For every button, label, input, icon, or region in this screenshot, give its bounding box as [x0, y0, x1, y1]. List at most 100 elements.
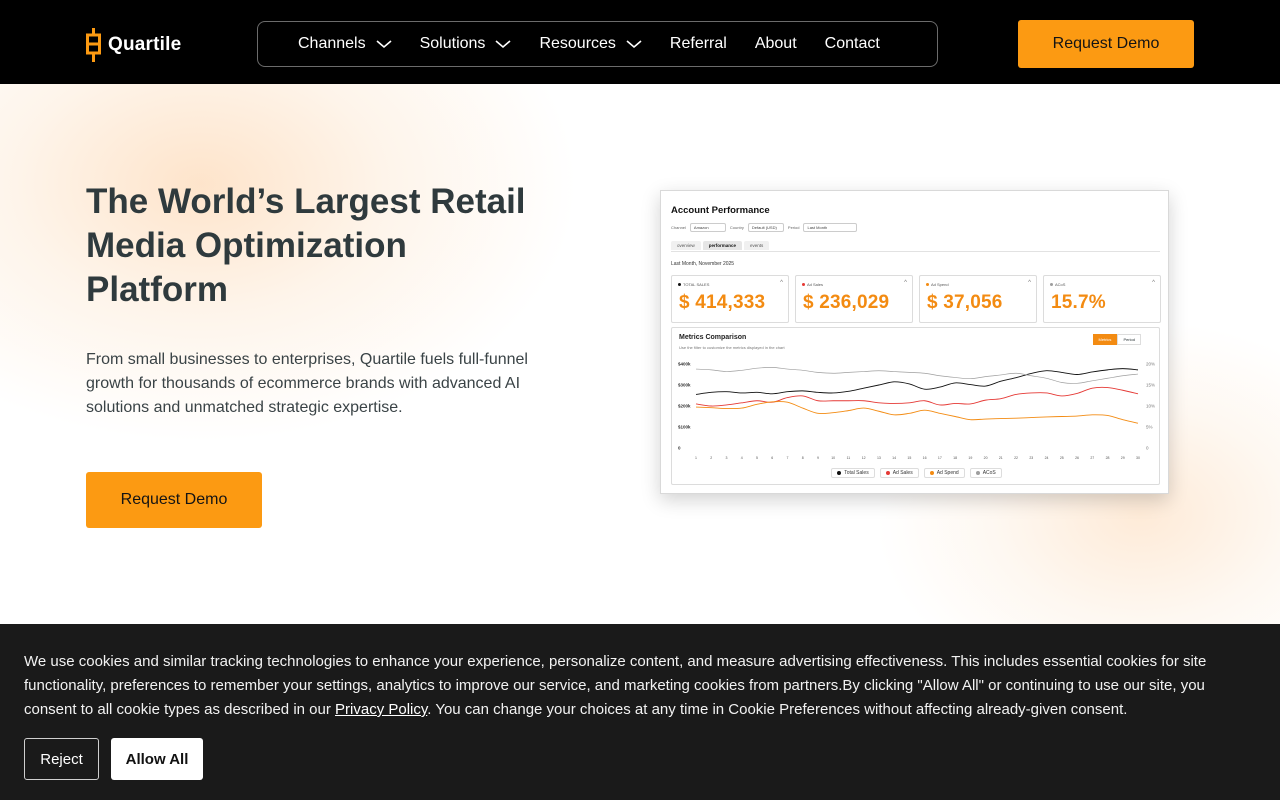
nav-item-referral[interactable]: Referral	[670, 35, 727, 53]
request-demo-button-hero[interactable]: Request Demo	[86, 472, 262, 528]
y-axis-tick-label: $400k	[678, 362, 691, 367]
privacy-policy-link[interactable]: Privacy Policy	[335, 701, 427, 718]
cookie-banner: We use cookies and similar tracking tech…	[0, 624, 1280, 800]
y-axis-tick-label: $200k	[678, 404, 691, 409]
nav-label: Resources	[539, 35, 616, 52]
x-axis-tick-label: 2	[710, 456, 712, 460]
quartile-logo-icon	[86, 28, 102, 62]
caret-up-icon: ^	[1152, 280, 1155, 286]
toggle-period: Period	[1117, 334, 1141, 345]
nav-label: Contact	[824, 35, 880, 52]
kpi-value: $ 37,056	[927, 292, 1003, 313]
legend-dot	[837, 471, 842, 475]
nav-item-resources[interactable]: Resources	[539, 35, 642, 53]
dashboard-tab-overview: overview	[671, 241, 701, 250]
chart-legend: Total Sales Ad Sales Ad Spend ACoS	[672, 468, 1161, 478]
x-axis-tick-label: 16	[923, 456, 927, 460]
dashboard-preview: Account Performance Channel Amazon Count…	[660, 190, 1169, 494]
dashboard-filters: Channel Amazon Country Default (USD) Per…	[671, 223, 858, 232]
legend-item: Ad Spend	[923, 468, 965, 478]
x-axis-tick-label: 18	[953, 456, 957, 460]
filter-channel: Amazon	[689, 223, 726, 232]
nav-item-about[interactable]: About	[755, 35, 797, 53]
kpi-label: Ad Spend	[931, 282, 949, 287]
caret-up-icon: ^	[780, 280, 783, 286]
x-axis-tick-label: 22	[1014, 456, 1018, 460]
x-axis-tick-label: 26	[1075, 456, 1079, 460]
series-line-acos	[695, 366, 1139, 384]
x-axis-tick-label: 15	[907, 456, 911, 460]
chevron-down-icon	[626, 40, 642, 49]
x-axis-tick-label: 24	[1045, 456, 1049, 460]
kpi-label: TOTAL SALES	[683, 282, 710, 287]
x-axis-tick-label: 29	[1121, 456, 1125, 460]
x-axis-tick-label: 1	[695, 456, 697, 460]
nav-label: Solutions	[419, 35, 486, 52]
hero-title: The World’s Largest Retail Media Optimiz…	[86, 182, 526, 309]
kpi-dot	[1050, 283, 1053, 286]
site-header: Quartile Channels Solutions Resources Re…	[0, 0, 1280, 84]
legend-label: ACoS	[982, 470, 996, 476]
filter-period: Last Month	[803, 223, 858, 232]
x-axis-tick-label: 25	[1060, 456, 1064, 460]
dashboard-tab-performance: performance	[702, 241, 743, 250]
y-axis-right-tick-label: 15%	[1146, 383, 1155, 388]
filter-label: Country	[729, 225, 744, 230]
divider	[671, 251, 1160, 252]
x-axis-tick-label: 5	[756, 456, 758, 460]
caret-up-icon: ^	[904, 280, 907, 286]
dashboard-title: Account Performance	[671, 205, 770, 216]
nav-item-contact[interactable]: Contact	[825, 35, 880, 53]
metrics-title: Metrics Comparison	[679, 334, 747, 341]
kpi-dot	[678, 283, 681, 286]
hero-section: The World’s Largest Retail Media Optimiz…	[0, 84, 1280, 624]
filter-country: Default (USD)	[747, 223, 784, 232]
dashboard-tab-events: events	[744, 241, 770, 250]
x-axis-tick-label: 19	[968, 456, 972, 460]
kpi-value: 15.7%	[1051, 292, 1106, 313]
legend-label: Ad Spend	[936, 470, 959, 476]
filter-label: Channel	[671, 225, 686, 230]
allow-all-cookies-button[interactable]: Allow All	[111, 738, 203, 780]
y-axis-right-tick-label: 0	[1146, 446, 1149, 451]
kpi-value: $ 236,029	[803, 292, 890, 313]
x-axis-tick-label: 10	[831, 456, 835, 460]
cookie-text-part: . You can change your choices at any tim…	[427, 701, 1128, 718]
legend-dot	[929, 471, 934, 475]
x-axis-tick-label: 17	[938, 456, 942, 460]
kpi-value: $ 414,333	[679, 292, 766, 313]
y-axis-right-tick-label: 20%	[1146, 362, 1155, 367]
metrics-line-chart: $400k$300k$200k$100k020%15%10%5%01 2 3 4 5 6 7…	[678, 362, 1155, 461]
y-axis-right-tick-label: 5%	[1146, 425, 1153, 430]
y-axis-right-tick-label: 10%	[1146, 404, 1155, 409]
x-axis-tick-label: 6	[771, 456, 773, 460]
kpi-dot	[926, 283, 929, 286]
chevron-down-icon	[376, 40, 392, 49]
legend-dot	[975, 471, 980, 475]
nav-item-solutions[interactable]: Solutions	[420, 35, 512, 53]
x-axis-tick-label: 9	[817, 456, 819, 460]
reject-cookies-button[interactable]: Reject	[24, 738, 99, 780]
x-axis-tick-label: 4	[741, 456, 743, 460]
nav-item-channels[interactable]: Channels	[298, 35, 392, 53]
legend-item: Ad Sales	[879, 468, 919, 478]
y-axis-tick-label: $100k	[678, 425, 691, 430]
request-demo-button-header[interactable]: Request Demo	[1018, 20, 1194, 68]
logo-link[interactable]: Quartile	[86, 28, 181, 62]
metrics-subtitle: Use the filter to customize the metrics …	[679, 345, 785, 350]
chevron-down-icon	[495, 40, 511, 49]
kpi-label: Ad Sales	[807, 282, 824, 287]
kpi-card-acos: ACoS ^ 15.7%	[1043, 275, 1161, 323]
kpi-card-total-sales: TOTAL SALES ^ $ 414,333	[671, 275, 789, 323]
x-axis-tick-label: 14	[892, 456, 896, 460]
nav-label: Referral	[669, 35, 727, 52]
logo-text: Quartile	[108, 34, 182, 55]
series-line-ad-spend	[695, 401, 1139, 424]
x-axis-tick-label: 8	[802, 456, 804, 460]
kpi-label: ACoS	[1055, 282, 1066, 287]
nav-label: Channels	[298, 35, 366, 52]
legend-item: ACoS	[969, 468, 1002, 478]
x-axis-tick-label: 11	[847, 456, 851, 460]
metrics-comparison-panel: Metrics Comparison Use the filter to cus…	[671, 327, 1160, 485]
legend-label: Ad Sales	[892, 470, 913, 476]
